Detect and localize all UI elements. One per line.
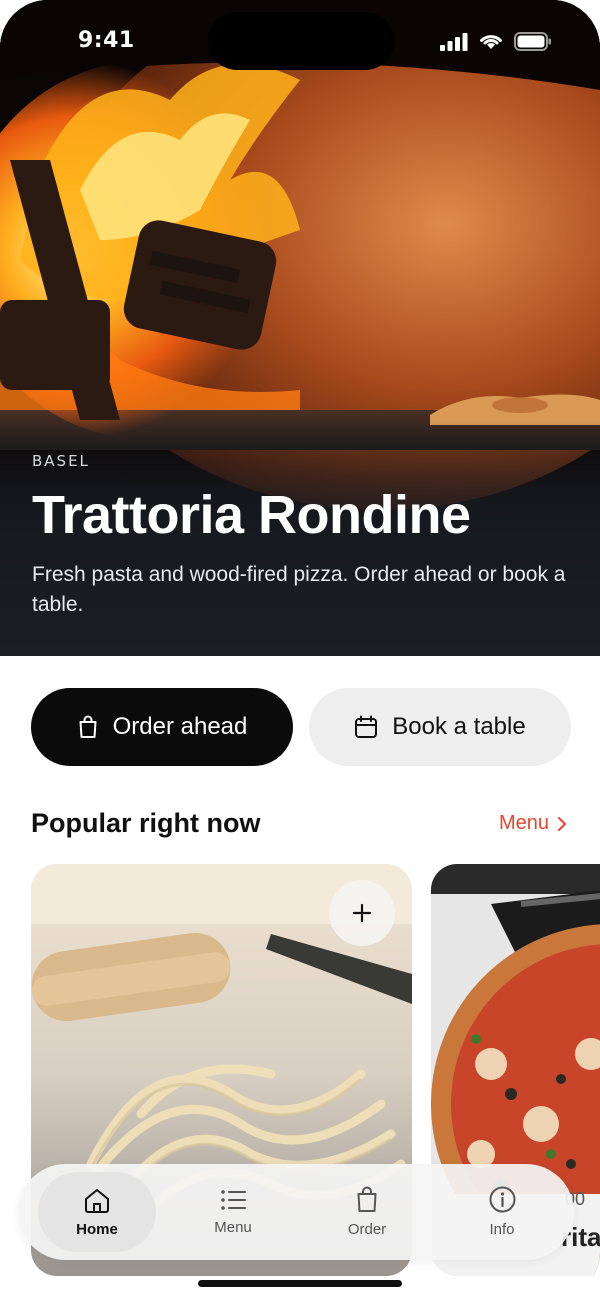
book-table-label: Book a table (392, 713, 526, 740)
phone-screen: 9:41 BASEL Trattoria Rondine Fresh pasta… (0, 0, 600, 1300)
primary-actions: Order ahead Book a table (31, 688, 571, 768)
menu-link-label: Menu (498, 812, 549, 834)
book-table-button[interactable]: Book a table (309, 688, 571, 766)
chevron-right-icon (558, 816, 566, 831)
plus-icon (352, 903, 372, 923)
tab-home[interactable]: Home (38, 1172, 156, 1252)
tab-menu[interactable]: Menu (174, 1172, 292, 1252)
tab-bar: Home Menu Order Info (18, 1164, 574, 1260)
tab-order[interactable]: Order (308, 1172, 426, 1252)
order-ahead-label: Order ahead (112, 713, 248, 740)
dynamic-island (208, 12, 394, 70)
status-time: 9:41 (78, 28, 135, 53)
hero-text: BASEL Trattoria Rondine Fresh pasta and … (32, 452, 572, 620)
home-icon (85, 1188, 109, 1213)
status-icons (440, 32, 552, 51)
hero: 9:41 BASEL Trattoria Rondine Fresh pasta… (0, 0, 600, 656)
bag-icon (357, 1186, 377, 1212)
order-ahead-button[interactable]: Order ahead (31, 688, 293, 766)
cellular-signal-icon (440, 32, 468, 51)
popular-section-header: Popular right now Menu (31, 808, 571, 850)
shopping-bag-icon (79, 715, 97, 738)
calendar-icon (355, 715, 378, 738)
tab-home-label: Home (76, 1220, 118, 1238)
status-bar: 9:41 (0, 0, 600, 90)
wifi-icon (480, 35, 502, 49)
location-label: BASEL (32, 452, 90, 470)
add-to-order-button[interactable] (329, 880, 395, 946)
home-indicator (198, 1280, 402, 1287)
tab-info[interactable]: Info (443, 1172, 561, 1252)
info-icon (489, 1186, 515, 1213)
restaurant-title: Trattoria Rondine (32, 485, 471, 545)
tab-order-label: Order (347, 1221, 387, 1238)
list-icon (221, 1189, 246, 1210)
tab-info-label: Info (489, 1221, 515, 1238)
battery-icon (514, 32, 551, 51)
popular-section-title: Popular right now (31, 808, 261, 838)
restaurant-subtitle: Fresh pasta and wood-fired pizza. Order … (32, 563, 566, 616)
menu-link[interactable]: Menu (499, 812, 567, 835)
tab-menu-label: Menu (214, 1218, 252, 1236)
